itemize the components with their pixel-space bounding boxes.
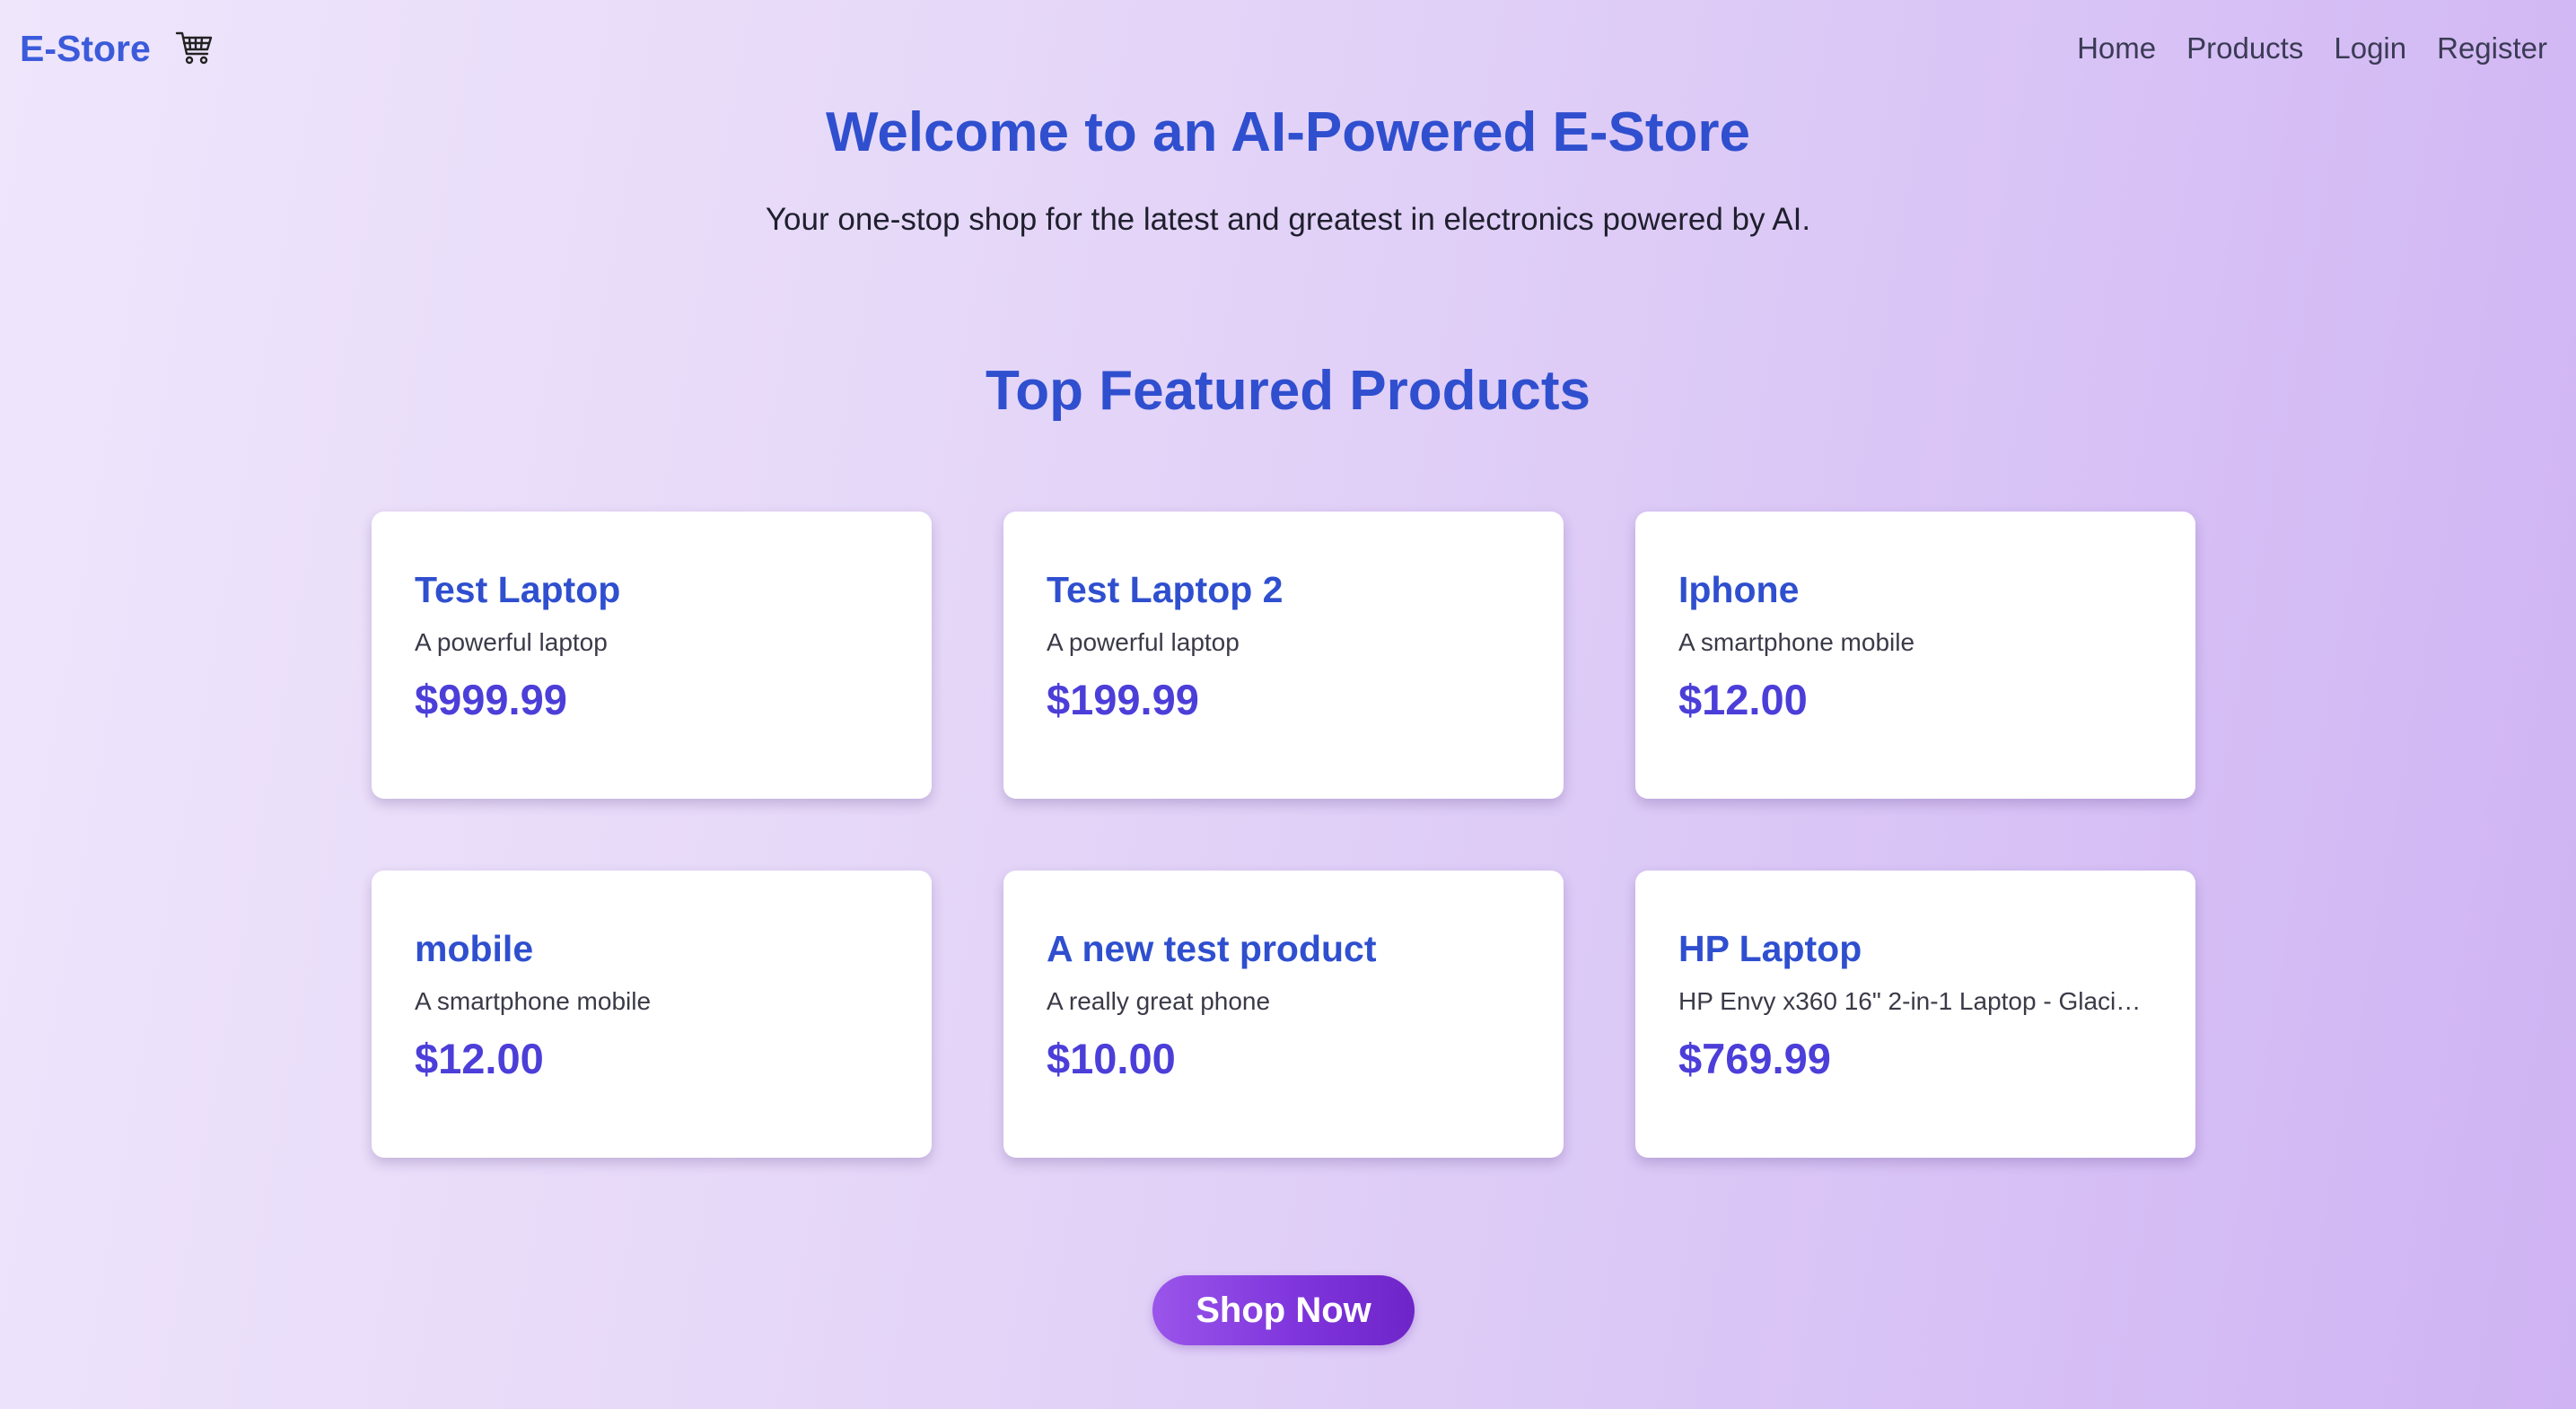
product-card[interactable]: A new test product A really great phone … (1003, 871, 1564, 1158)
shopping-cart-icon[interactable] (174, 27, 215, 68)
shop-now-button[interactable]: Shop Now (1152, 1275, 1415, 1345)
product-price: $769.99 (1678, 1035, 1831, 1082)
product-name: Test Laptop (415, 569, 621, 610)
nav-links: Home Products Login Register (2077, 27, 2547, 70)
product-card[interactable]: mobile A smartphone mobile $12.00 (372, 871, 932, 1158)
brand-logo-link[interactable]: E-Store (20, 25, 151, 72)
product-card[interactable]: HP Laptop HP Envy x360 16" 2-in-1 Laptop… (1635, 871, 2195, 1158)
product-card[interactable]: Iphone A smartphone mobile $12.00 (1635, 512, 2195, 799)
product-name: A new test product (1047, 928, 1377, 969)
product-price: $999.99 (415, 676, 567, 723)
product-price: $10.00 (1047, 1035, 1176, 1082)
hero-title: Welcome to an AI-Powered E-Store (825, 101, 1751, 163)
product-price: $199.99 (1047, 676, 1199, 723)
hero-subtitle: Your one-stop shop for the latest and gr… (765, 202, 1811, 237)
product-name: Iphone (1678, 569, 1800, 610)
featured-section-title: Top Featured Products (985, 360, 1590, 422)
product-description: A really great phone (1047, 987, 1271, 1015)
product-name: Test Laptop 2 (1047, 569, 1284, 610)
product-description: A powerful laptop (1047, 628, 1240, 656)
nav-link-home[interactable]: Home (2077, 27, 2156, 70)
product-name: mobile (415, 928, 534, 969)
featured-products-grid: Test Laptop A powerful laptop $999.99 Te… (372, 512, 2195, 1158)
product-price: $12.00 (415, 1035, 544, 1082)
product-description: HP Envy x360 16" 2-in-1 Laptop - Glaci… (1678, 987, 2142, 1015)
product-description: A smartphone mobile (1678, 628, 1915, 656)
top-navbar: E-Store Home Products Login Register (0, 0, 2576, 99)
product-card[interactable]: Test Laptop A powerful laptop $999.99 (372, 512, 932, 799)
product-description: A powerful laptop (415, 628, 608, 656)
product-name: HP Laptop (1678, 928, 1862, 969)
product-price: $12.00 (1678, 676, 1808, 723)
nav-link-products[interactable]: Products (2186, 27, 2303, 70)
nav-link-login[interactable]: Login (2334, 27, 2406, 70)
product-card[interactable]: Test Laptop 2 A powerful laptop $199.99 (1003, 512, 1564, 799)
nav-link-register[interactable]: Register (2437, 27, 2547, 70)
product-description: A smartphone mobile (415, 987, 652, 1015)
